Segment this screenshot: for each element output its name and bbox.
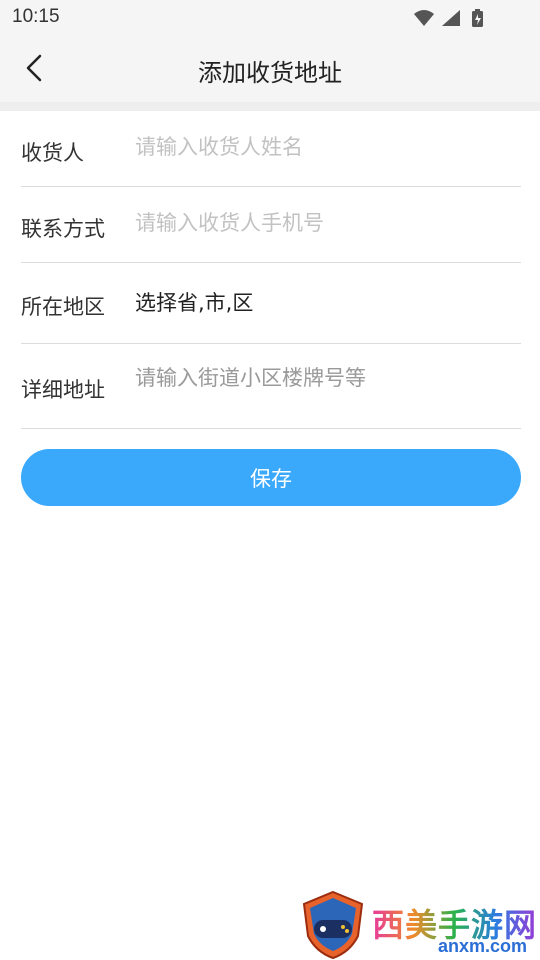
watermark-url: anxm.com xyxy=(438,936,528,956)
status-time: 10:15 xyxy=(12,6,60,27)
address-row: 详细地址 xyxy=(21,344,521,429)
address-form: 收货人 联系方式 所在地区 选择省,市,区 详细地址 xyxy=(21,111,521,429)
save-button[interactable]: 保存 xyxy=(21,449,521,506)
app-bar: 添加收货地址 xyxy=(0,36,540,102)
signal-icon xyxy=(442,10,460,26)
watermark: 西美手游网 anxm.com xyxy=(300,890,540,960)
contact-row: 联系方式 xyxy=(21,187,521,263)
wifi-icon xyxy=(414,10,434,26)
region-row[interactable]: 所在地区 选择省,市,区 xyxy=(21,263,521,344)
recipient-row: 收货人 xyxy=(21,111,521,187)
contact-label: 联系方式 xyxy=(21,217,105,241)
battery-icon xyxy=(472,9,483,27)
phone-input[interactable] xyxy=(135,211,515,235)
recipient-input[interactable] xyxy=(135,135,515,159)
recipient-label: 收货人 xyxy=(21,141,84,165)
address-label: 详细地址 xyxy=(21,378,105,402)
address-input[interactable] xyxy=(135,366,515,390)
header-divider xyxy=(0,102,540,111)
region-label: 所在地区 xyxy=(21,295,105,319)
status-icons xyxy=(412,8,502,28)
page-title: 添加收货地址 xyxy=(198,59,342,87)
region-selector[interactable]: 选择省,市,区 xyxy=(135,287,253,317)
gamepad-shield-logo-icon xyxy=(302,890,364,960)
status-bar: 10:15 xyxy=(0,0,540,36)
